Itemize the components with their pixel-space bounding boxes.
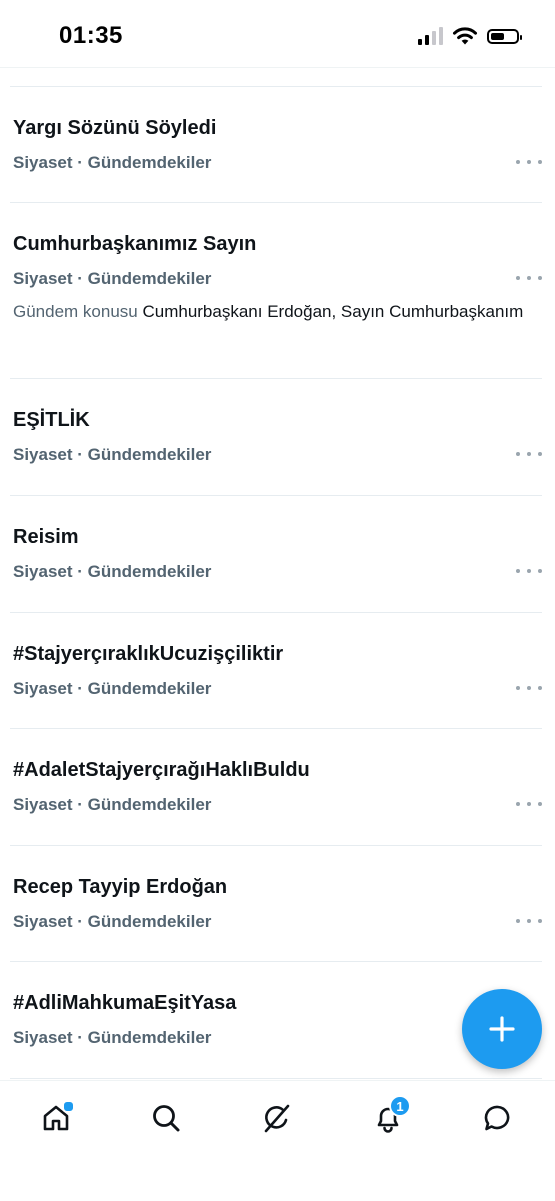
- trend-title: Yargı Sözünü Söyledi: [13, 117, 217, 139]
- more-options-icon[interactable]: [516, 797, 542, 811]
- trend-context-label: Gündem konusu: [13, 302, 138, 321]
- trend-title: #AdaletStajyerçırağıHaklıBuldu: [13, 759, 310, 781]
- trend-item[interactable]: Cumhurbaşkanımız Sayın Siyaset · Gündemd…: [10, 203, 542, 379]
- more-options-icon[interactable]: [516, 271, 542, 285]
- trend-category: Siyaset · Gündemdekiler: [13, 562, 212, 581]
- trends-list: Yargı Sözünü Söyledi Siyaset · Gündemdek…: [0, 87, 555, 1079]
- more-options-icon[interactable]: [516, 681, 542, 695]
- trend-category: Siyaset · Gündemdekiler: [13, 795, 212, 814]
- trend-item[interactable]: Reisim Siyaset · Gündemdekiler: [10, 496, 542, 613]
- trend-title: EŞİTLİK: [13, 409, 90, 431]
- battery-icon: [487, 28, 522, 44]
- trend-item[interactable]: #StajyerçıraklıkUcuzişçiliktir Siyaset ·…: [10, 613, 542, 729]
- nav-search[interactable]: [146, 1098, 186, 1138]
- trend-category: Siyaset · Gündemdekiler: [13, 912, 212, 931]
- trend-category: Siyaset · Gündemdekiler: [13, 445, 212, 464]
- notification-badge: 1: [389, 1095, 411, 1117]
- compose-button[interactable]: [462, 989, 542, 1069]
- trend-category: Siyaset · Gündemdekiler: [13, 269, 212, 288]
- more-options-icon[interactable]: [516, 155, 542, 169]
- trend-item[interactable]: Yargı Sözünü Söyledi Siyaset · Gündemdek…: [10, 87, 542, 203]
- grok-icon: [264, 1104, 290, 1133]
- trend-context-text: Cumhurbaşkanı Erdoğan, Sayın Cumhurbaşka…: [137, 302, 524, 321]
- status-time: 01:35: [59, 22, 123, 49]
- trend-item[interactable]: EŞİTLİK Siyaset · Gündemdekiler: [10, 379, 542, 496]
- trend-title: #StajyerçıraklıkUcuzişçiliktir: [13, 643, 284, 665]
- wifi-icon: [453, 27, 477, 45]
- trend-item[interactable]: #AdaletStajyerçırağıHaklıBuldu Siyaset ·…: [10, 729, 542, 846]
- more-options-icon[interactable]: [516, 914, 542, 928]
- trend-title: Recep Tayyip Erdoğan: [13, 876, 228, 898]
- more-options-icon[interactable]: [516, 447, 542, 461]
- nav-notifications[interactable]: 1: [368, 1095, 411, 1138]
- search-icon: [153, 1105, 180, 1132]
- trend-title: #AdliMahkumaEşitYasa: [13, 992, 237, 1014]
- trend-category: Siyaset · Gündemdekiler: [13, 679, 212, 698]
- header-divider: [0, 67, 555, 68]
- status-bar: 01:35: [0, 0, 555, 68]
- nav-grok[interactable]: [257, 1098, 297, 1138]
- trend-item[interactable]: Recep Tayyip Erdoğan Siyaset · Gündemdek…: [10, 846, 542, 962]
- cellular-signal-icon: [418, 27, 443, 45]
- trend-title: Reisim: [13, 526, 79, 548]
- trend-context: Gündem konusu Cumhurbaşkanı Erdoğan, Say…: [10, 301, 542, 323]
- status-icons: [418, 26, 522, 46]
- bottom-nav: 1: [0, 1080, 555, 1201]
- trend-category: Siyaset · Gündemdekiler: [13, 153, 212, 172]
- messages-icon: [484, 1105, 510, 1131]
- plus-icon: [489, 1016, 515, 1042]
- home-unread-dot: [62, 1100, 75, 1113]
- nav-messages[interactable]: [478, 1098, 518, 1138]
- trend-title: Cumhurbaşkanımız Sayın: [13, 233, 257, 255]
- more-options-icon[interactable]: [516, 564, 542, 578]
- nav-home[interactable]: [36, 1098, 76, 1138]
